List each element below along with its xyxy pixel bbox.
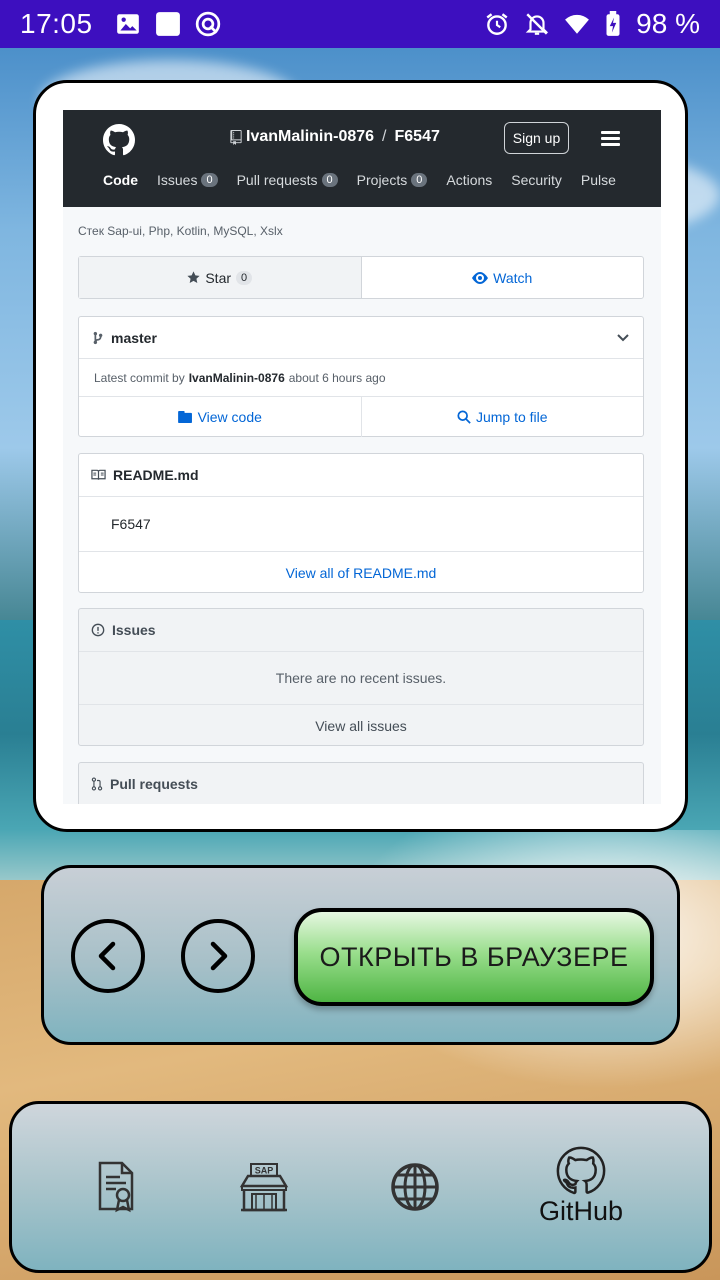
tab-actions-label: Actions — [446, 172, 493, 188]
star-label: Star — [205, 269, 232, 286]
watch-label: Watch — [493, 269, 533, 286]
pull-request-icon — [91, 777, 103, 791]
tab-web[interactable] — [389, 1161, 441, 1213]
chevron-down-icon — [617, 333, 629, 341]
hamburger-menu-icon[interactable] — [601, 131, 620, 146]
readme-header: README.md — [79, 454, 643, 496]
tab-projects-label: Projects — [356, 172, 408, 188]
commit-prefix: Latest commit by — [94, 370, 185, 385]
chevron-right-icon — [210, 941, 228, 971]
star-button[interactable]: Star 0 — [79, 257, 362, 298]
tab-code[interactable]: Code — [103, 172, 138, 188]
readme-box: README.md F6547 View all of README.md — [78, 453, 644, 593]
pull-requests-header: Pull requests — [79, 763, 643, 804]
view-all-issues-link[interactable]: View all issues — [79, 704, 643, 746]
code-actions: View code Jump to file — [79, 396, 643, 437]
github-logo-icon[interactable] — [103, 124, 135, 156]
branch-box: master Latest commit by IvanMalinin-0876… — [78, 316, 644, 437]
jump-to-file-button[interactable]: Jump to file — [362, 397, 644, 437]
tab-security[interactable]: Security — [511, 172, 562, 188]
tab-github-label: GitHub — [539, 1196, 624, 1226]
branch-name: master — [111, 329, 157, 346]
repo-separator: / — [382, 128, 387, 145]
star-watch-group: Star 0 Watch — [78, 256, 644, 299]
issues-counter: 0 — [201, 173, 218, 187]
tab-pull-requests[interactable]: Pull requests 0 — [237, 172, 338, 188]
repo-owner-link[interactable]: IvanMalinin-0876 — [246, 128, 374, 146]
open-in-browser-button[interactable]: ОТКРЫТЬ В БРАУЗЕРЕ — [294, 908, 654, 1006]
pull-requests-title: Pull requests — [110, 776, 198, 792]
view-code-button[interactable]: View code — [79, 397, 362, 437]
issues-title: Issues — [112, 622, 156, 638]
tab-pull-requests-label: Pull requests — [236, 172, 318, 188]
tab-issues[interactable]: Issues 0 — [157, 172, 218, 188]
pull-requests-box: Pull requests — [78, 762, 644, 804]
star-icon — [187, 271, 200, 284]
tab-github[interactable]: GitHub — [539, 1146, 623, 1227]
tab-projects[interactable]: Projects 0 — [357, 172, 428, 188]
github-header: IvanMalinin-0876 / F6547 Sign up Code Is… — [63, 110, 661, 207]
webview-card: IvanMalinin-0876 / F6547 Sign up Code Is… — [33, 80, 688, 832]
tab-pulse-label: Pulse — [580, 172, 616, 188]
latest-commit: Latest commit by IvanMalinin-0876 about … — [79, 358, 643, 396]
battery-charging-icon — [606, 11, 620, 36]
pull-requests-counter: 0 — [321, 173, 338, 187]
tab-issues-label: Issues — [157, 172, 198, 188]
globe-icon — [391, 1163, 439, 1211]
svg-text:SAP: SAP — [255, 1166, 274, 1176]
bottom-navigation: SAP GitHub — [9, 1101, 712, 1273]
commit-time: about 6 hours ago — [288, 370, 386, 385]
issues-empty-message: There are no recent issues. — [79, 651, 643, 704]
tab-security-label: Security — [511, 172, 562, 188]
jump-to-file-label: Jump to file — [475, 409, 548, 425]
sap-store-icon: SAP — [239, 1163, 289, 1212]
folder-icon — [177, 411, 192, 423]
wifi-icon — [565, 14, 590, 34]
tab-actions[interactable]: Actions — [446, 172, 492, 188]
image-icon — [116, 14, 139, 34]
issue-icon — [91, 623, 105, 637]
certificate-icon — [98, 1161, 134, 1213]
projects-counter: 0 — [411, 173, 428, 187]
tab-code-label: Code — [103, 172, 138, 188]
status-time: 17:05 — [20, 8, 93, 39]
view-code-label: View code — [197, 409, 262, 425]
repo-name-link[interactable]: F6547 — [395, 128, 440, 146]
mute-icon — [525, 13, 549, 35]
issues-box: Issues There are no recent issues. View … — [78, 608, 644, 746]
readme-body: F6547 — [79, 496, 643, 551]
commit-author[interactable]: IvanMalinin-0876 — [189, 371, 285, 385]
star-count: 0 — [236, 270, 253, 285]
github-icon — [556, 1146, 606, 1195]
issues-header: Issues — [79, 609, 643, 651]
repo-description: Стек Sap-ui, Php, Kotlin, MySQL, Xslx — [78, 224, 283, 238]
readme-title: README.md — [113, 467, 199, 483]
forward-button[interactable] — [181, 919, 255, 993]
back-button[interactable] — [71, 919, 145, 993]
tab-certificate[interactable] — [90, 1159, 142, 1215]
q-app-icon — [195, 11, 220, 37]
eye-icon — [472, 271, 489, 284]
tab-sap-store[interactable]: SAP — [238, 1162, 290, 1214]
search-icon — [457, 410, 471, 424]
view-readme-link[interactable]: View all of README.md — [79, 551, 643, 593]
repo-title: IvanMalinin-0876 / F6547 — [230, 128, 440, 146]
github-webview[interactable]: IvanMalinin-0876 / F6547 Sign up Code Is… — [63, 110, 661, 804]
alarm-icon — [486, 13, 508, 35]
battery-percent: 98 % — [636, 8, 700, 39]
browser-controls-panel: ОТКРЫТЬ В БРАУЗЕРЕ — [41, 865, 680, 1045]
repo-icon — [230, 129, 242, 145]
tab-pulse[interactable]: Pulse — [581, 172, 616, 188]
status-bar: 17:05 98 % — [0, 0, 720, 48]
book-icon — [91, 469, 106, 480]
signup-button[interactable]: Sign up — [504, 122, 569, 154]
square-icon — [155, 12, 180, 36]
branch-selector[interactable]: master — [79, 317, 643, 358]
repo-nav: Code Issues 0 Pull requests 0 Projects 0 Ac… — [103, 172, 616, 188]
branch-icon — [93, 331, 103, 344]
chevron-left-icon — [98, 941, 116, 971]
watch-button[interactable]: Watch — [362, 257, 644, 298]
